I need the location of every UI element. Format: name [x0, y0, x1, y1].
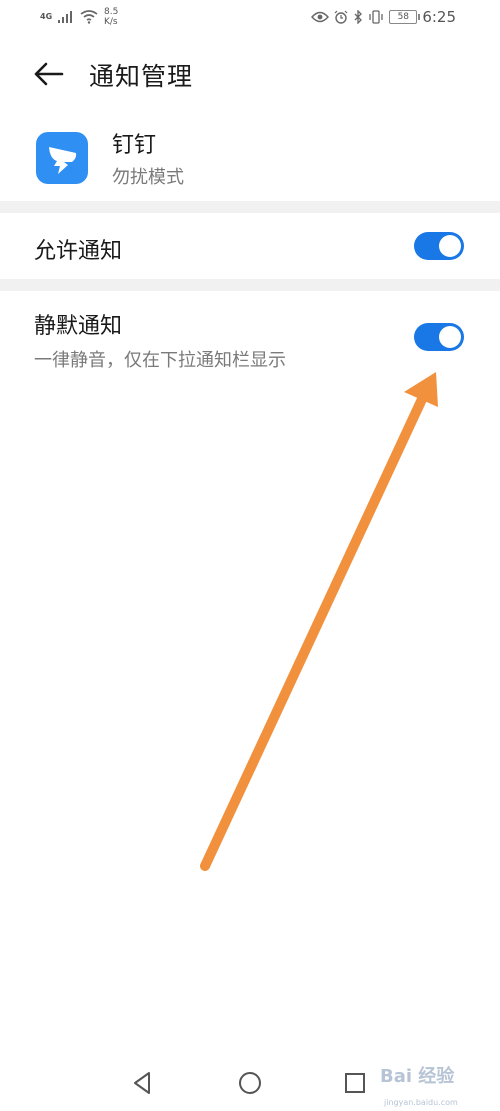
dingtalk-app-icon — [36, 132, 88, 184]
home-circle-icon[interactable] — [235, 1068, 265, 1098]
section-divider — [0, 201, 500, 213]
network-type: 4G — [40, 12, 53, 21]
toggle-knob — [439, 326, 461, 348]
allow-notification-label: 允许通知 — [34, 239, 123, 264]
wifi-icon — [80, 10, 98, 24]
status-right: 58 6:25 — [311, 8, 456, 26]
silent-notification-description: 一律静音，仅在下拉通知栏显示 — [34, 350, 286, 371]
watermark-url: jingyan.baidu.com — [384, 1098, 458, 1107]
network-speed: 8.5 K/s — [104, 7, 119, 27]
status-left: 4G 8.5 K/s — [40, 7, 124, 27]
allow-notification-toggle[interactable] — [414, 232, 464, 260]
watermark: Bai 经验 — [380, 1066, 455, 1087]
recents-square-icon[interactable] — [340, 1068, 370, 1098]
app-name: 钉钉 — [112, 133, 157, 158]
dingtalk-logo-icon — [49, 147, 77, 174]
status-time: 6:25 — [422, 8, 456, 26]
section-divider — [0, 279, 500, 291]
app-mode: 勿扰模式 — [112, 167, 184, 188]
signal-icon — [58, 11, 72, 23]
toggle-knob — [439, 235, 461, 257]
back-arrow-icon[interactable] — [30, 56, 70, 92]
silent-notification-row[interactable]: 静默通知 一律静音，仅在下拉通知栏显示 — [0, 291, 500, 383]
allow-notification-row[interactable]: 允许通知 — [0, 213, 500, 279]
battery-indicator: 58 — [389, 10, 421, 24]
alarm-icon — [334, 10, 348, 24]
status-bar: 4G 8.5 K/s 58 6:25 — [0, 0, 500, 40]
header: 通知管理 — [0, 40, 500, 110]
bluetooth-icon — [354, 10, 363, 24]
silent-notification-label: 静默通知 — [34, 314, 123, 339]
silent-notification-toggle[interactable] — [414, 323, 464, 351]
vibrate-icon — [369, 10, 383, 24]
page-title: 通知管理 — [89, 62, 194, 91]
eye-icon — [311, 11, 330, 23]
app-info: 钉钉 勿扰模式 — [0, 115, 500, 200]
back-triangle-icon[interactable] — [128, 1068, 158, 1098]
